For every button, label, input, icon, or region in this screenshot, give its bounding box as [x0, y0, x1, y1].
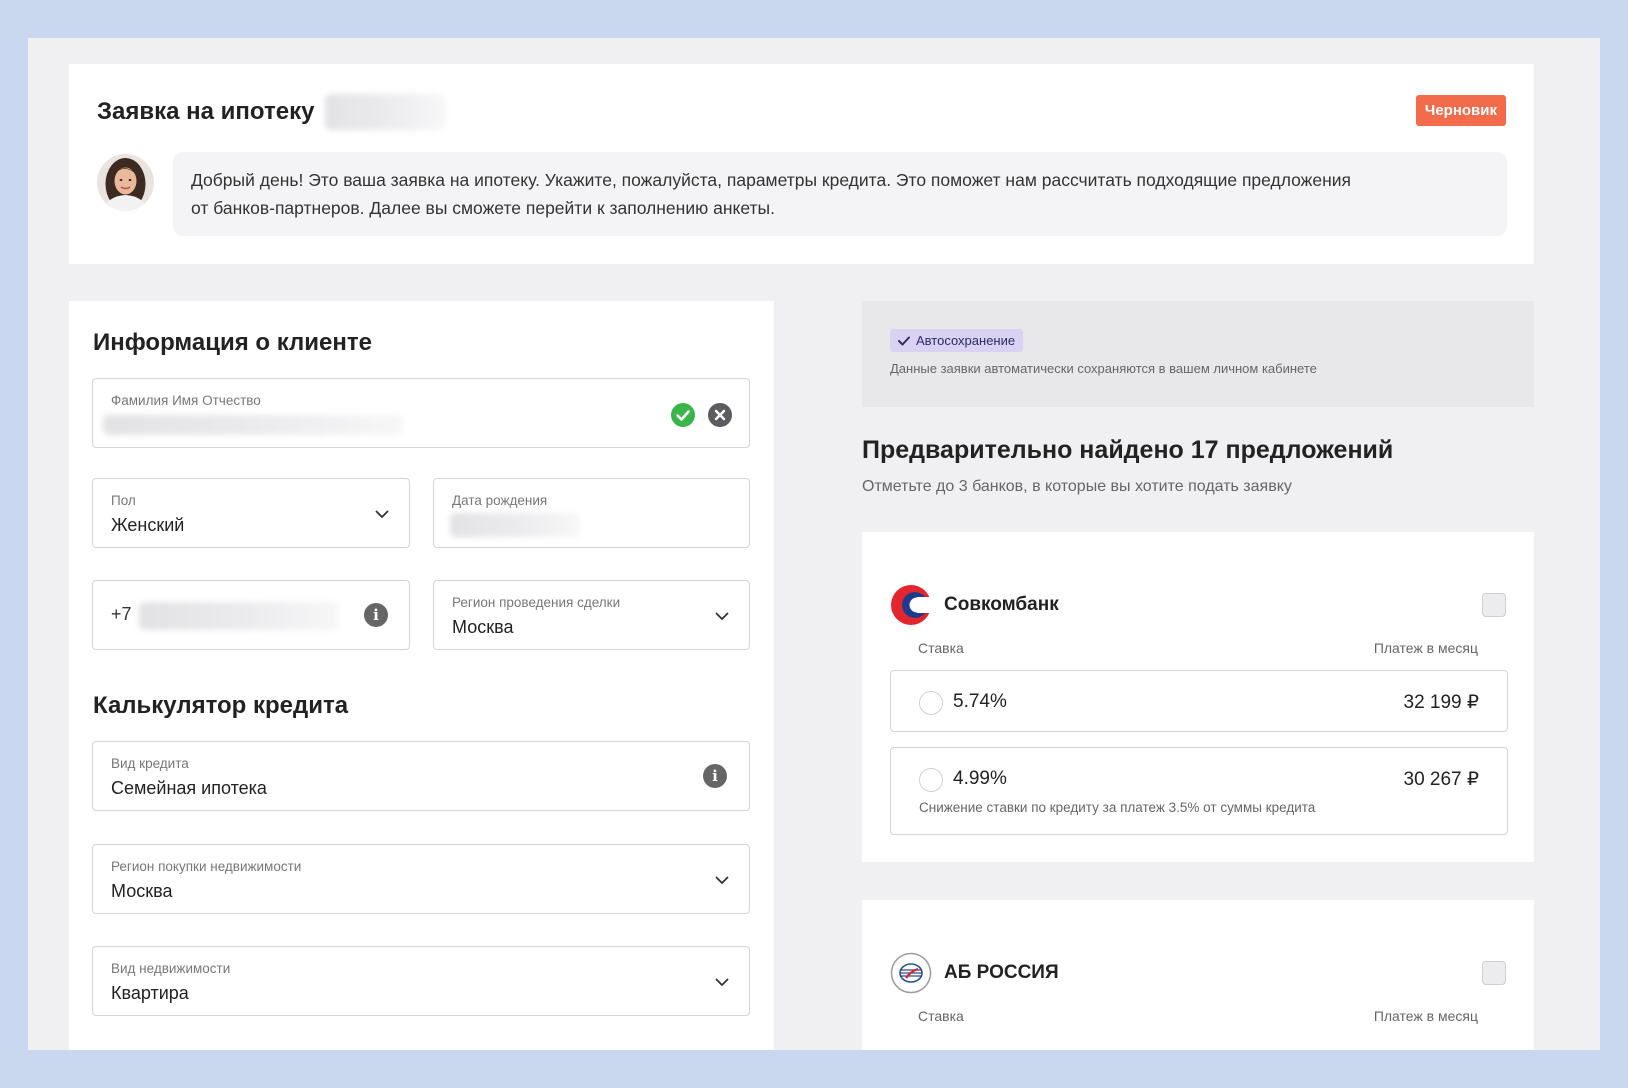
- page-title: Заявка на ипотеку: [97, 98, 315, 125]
- deal-region-label: Регион проведения сделки: [452, 595, 621, 610]
- offers-subtitle: Отметьте до 3 банков, в которые вы хотит…: [862, 478, 1292, 495]
- property-type-value: Квартира: [111, 983, 189, 1003]
- phone-value-redacted: [139, 602, 339, 630]
- valid-check-icon: [671, 403, 695, 427]
- bank-select-checkbox[interactable]: [1482, 593, 1506, 617]
- property-region-label: Регион покупки недвижимости: [111, 859, 302, 874]
- payment-column-label: Платеж в месяц: [1373, 1008, 1478, 1024]
- autosave-badge: Автосохранение: [890, 329, 1024, 352]
- phone-prefix: +7: [111, 604, 132, 624]
- manager-avatar: [97, 154, 154, 211]
- checkmark-icon: [898, 336, 910, 346]
- deal-region-select[interactable]: Регион проведения сделки Москва: [433, 580, 750, 650]
- monthly-payment-value: 32 199 ₽: [1403, 692, 1479, 713]
- full-name-label: Фамилия Имя Отчество: [111, 393, 261, 408]
- rate-option[interactable]: 5.74% 32 199 ₽: [890, 670, 1508, 732]
- property-type-select[interactable]: Вид недвижимости Квартира: [92, 946, 750, 1016]
- phone-field[interactable]: +7 i: [92, 580, 410, 650]
- rate-column-label: Ставка: [918, 640, 964, 656]
- birth-date-value-redacted: [450, 513, 580, 537]
- autosave-panel: Автосохранение Данные заявки автоматичес…: [862, 301, 1534, 407]
- chevron-down-icon: [715, 612, 729, 620]
- info-icon[interactable]: i: [703, 764, 727, 788]
- calculator-section-title: Калькулятор кредита: [93, 692, 349, 719]
- application-number-redacted: [325, 94, 445, 130]
- sovcombank-logo-icon: [891, 585, 932, 625]
- autosave-badge-label: Автосохранение: [916, 333, 1016, 348]
- bank-select-checkbox[interactable]: [1482, 961, 1506, 985]
- rate-value: 4.99%: [953, 768, 1007, 789]
- offers-title: Предварительно найдено 17 предложений: [862, 436, 1394, 464]
- rate-option-radio[interactable]: [919, 768, 943, 792]
- client-section-title: Информация о клиенте: [93, 329, 372, 356]
- loan-type-label: Вид кредита: [111, 756, 189, 771]
- full-name-value-redacted: [103, 415, 403, 435]
- loan-type-field[interactable]: Вид кредита Семейная ипотека i: [92, 741, 750, 811]
- loan-type-value: Семейная ипотека: [111, 778, 267, 798]
- clear-icon[interactable]: [708, 403, 732, 427]
- chevron-down-icon: [715, 876, 729, 884]
- chevron-down-icon: [375, 510, 389, 518]
- info-icon[interactable]: i: [364, 603, 388, 627]
- rate-option-note: Снижение ставки по кредиту за платеж 3.5…: [919, 800, 1316, 815]
- greeting-line-1: Добрый день! Это ваша заявка на ипотеку.…: [191, 170, 1352, 190]
- birth-date-field[interactable]: Дата рождения: [433, 478, 750, 548]
- payment-column-label: Платеж в месяц: [1373, 640, 1478, 656]
- rate-column-label: Ставка: [918, 1008, 964, 1024]
- birth-date-label: Дата рождения: [452, 493, 548, 508]
- greeting-line-2: от банков-партнеров. Далее вы сможете пе…: [191, 198, 775, 218]
- rate-option[interactable]: 4.99% 30 267 ₽ Снижение ставки по кредит…: [890, 747, 1508, 835]
- deal-region-value: Москва: [452, 617, 514, 637]
- bank-card-sovcombank: Совкомбанк Ставка Платеж в месяц 5.74% 3…: [862, 532, 1534, 862]
- monthly-payment-value: 30 267 ₽: [1403, 769, 1479, 790]
- property-type-label: Вид недвижимости: [111, 961, 231, 976]
- app-frame: Заявка на ипотеку Черновик Добрый день! …: [28, 38, 1600, 1050]
- rate-option-radio[interactable]: [919, 691, 943, 715]
- full-name-field[interactable]: Фамилия Имя Отчество: [92, 378, 750, 448]
- bank-card-ab-rossiya: АБ РОССИЯ Ставка Платеж в месяц: [862, 900, 1534, 1050]
- ab-rossiya-logo-icon: [890, 952, 932, 994]
- gender-value: Женский: [111, 515, 185, 535]
- chevron-down-icon: [715, 978, 729, 986]
- rate-value: 5.74%: [953, 691, 1007, 712]
- status-badge: Черновик: [1415, 95, 1506, 126]
- client-form-card: Информация о клиенте Фамилия Имя Отчеств…: [69, 301, 774, 1050]
- gender-label: Пол: [111, 493, 136, 508]
- bank-name: Совкомбанк: [944, 594, 1059, 615]
- bank-name: АБ РОССИЯ: [944, 962, 1059, 983]
- greeting-message: Добрый день! Это ваша заявка на ипотеку.…: [173, 152, 1507, 236]
- property-region-select[interactable]: Регион покупки недвижимости Москва: [92, 844, 750, 914]
- application-header-card: Заявка на ипотеку Черновик Добрый день! …: [69, 64, 1534, 264]
- gender-select[interactable]: Пол Женский: [92, 478, 410, 548]
- autosave-description: Данные заявки автоматически сохраняются …: [890, 361, 1317, 376]
- property-region-value: Москва: [111, 881, 173, 901]
